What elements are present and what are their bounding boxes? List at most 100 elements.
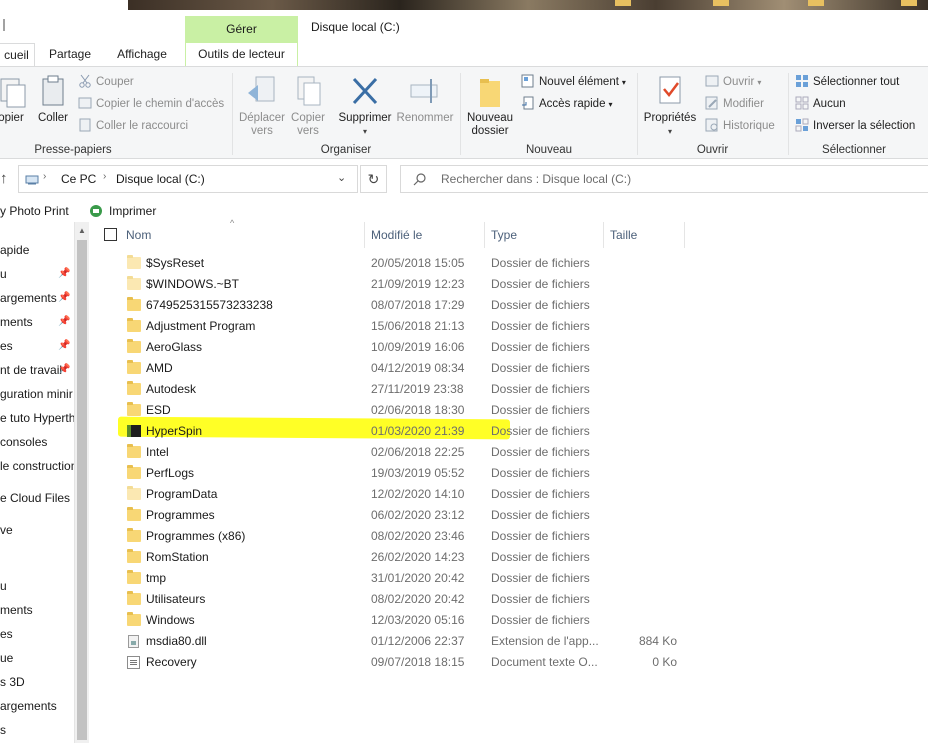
paste-shortcut-button[interactable]: Coller le raccourci [78,117,188,135]
open-button[interactable]: Ouvrir ▾ [705,73,761,91]
nav-item[interactable]: e Cloud Files [0,488,70,508]
cut-button[interactable]: Couper [78,73,134,91]
table-row[interactable]: tmp 31/01/2020 20:42 Dossier de fichiers [90,568,690,589]
nav-item[interactable]: u [0,576,7,596]
column-header-modified[interactable]: Modifié le [365,222,485,248]
table-row[interactable]: msdia80.dll 01/12/2006 22:37 Extension de … [90,631,690,652]
new-item-button[interactable]: Nouvel élément ▾ [521,73,626,91]
table-row[interactable]: $WINDOWS.~BT 21/09/2019 12:23 Dossier de f… [90,274,690,295]
nav-item[interactable]: s [0,720,6,740]
column-header-name[interactable]: Nom [120,222,365,248]
nav-item[interactable]: ue [0,648,13,668]
nav-item[interactable]: s 3D [0,672,25,692]
file-name: 6749525315573233238 [146,298,273,312]
folder-icon [127,255,141,269]
table-row[interactable]: Intel 02/06/2018 22:25 Dossier de fichiers [90,442,690,463]
nav-item[interactable]: es [0,624,13,644]
tab-affichage[interactable]: Affichage [108,43,176,66]
table-row[interactable]: Windows 12/03/2020 05:16 Dossier de fichie… [90,610,690,631]
history-button[interactable]: Historique [705,117,775,135]
copy-to-button[interactable]: Copier vers [288,73,328,138]
breadcrumb-disque-local[interactable]: Disque local (C:) [116,172,205,186]
table-row[interactable]: Programmes (x86) 08/02/2020 23:46 Dossier … [90,526,690,547]
new-folder-label-1: Nouveau [466,112,514,124]
scroll-up-arrow-icon[interactable]: ▲ [78,226,86,235]
table-row[interactable]: PerfLogs 19/03/2019 05:52 Dossier de fichi… [90,463,690,484]
tab-outils-de-lecteur[interactable]: Outils de lecteur [185,43,298,66]
table-row[interactable]: ProgramData 12/02/2020 14:10 Dossier de fi… [90,484,690,505]
table-row[interactable]: Autodesk 27/11/2019 23:38 Dossier de fichi… [90,379,690,400]
file-size [610,274,677,295]
table-row[interactable]: Utilisateurs 08/02/2020 20:42 Dossier de f… [90,589,690,610]
file-modified-date: 06/02/2020 23:12 [371,508,465,522]
file-type: Document texte O... [491,655,598,669]
edit-label: Modifier [723,98,764,110]
invert-selection-button[interactable]: Inverser la sélection [795,117,915,135]
open-icon [705,74,719,88]
file-name: msdia80.dll [146,634,207,648]
properties-dropdown-icon[interactable]: ▾ [640,125,700,138]
table-row[interactable]: Programmes 06/02/2020 23:12 Dossier de fic… [90,505,690,526]
up-arrow-icon[interactable]: ↑ [0,170,14,188]
select-all-button[interactable]: Sélectionner tout [795,73,899,91]
ribbon-separator [637,73,638,155]
table-row[interactable]: Adjustment Program 15/06/2018 21:13 Dossie… [90,316,690,337]
new-folder-button[interactable]: Nouveau dossier [464,73,516,138]
rename-button[interactable]: Renommer [396,73,454,125]
paste-button[interactable]: Coller [34,73,72,125]
column-header-type[interactable]: Type [485,222,604,248]
nav-item[interactable]: guration minir [0,384,73,404]
nav-item[interactable]: ments [0,600,33,620]
nav-item[interactable]: u [0,264,7,284]
nav-item[interactable]: e tuto Hyperth [0,408,75,428]
nav-item[interactable]: argements [0,696,57,716]
delete-dropdown-icon[interactable]: ▾ [336,125,394,138]
table-row[interactable]: AeroGlass 10/09/2019 16:06 Dossier de fich… [90,337,690,358]
easy-access-icon [521,96,535,110]
nav-item[interactable]: es [0,336,13,356]
nav-item[interactable]: apide [0,240,29,260]
scrollbar-thumb[interactable] [77,240,87,740]
table-row[interactable]: AMD 04/12/2019 08:34 Dossier de fichiers [90,358,690,379]
file-type: Dossier de fichiers [491,382,590,396]
table-row[interactable]: $SysReset 20/05/2018 15:05 Dossier de fich… [90,253,690,274]
navigation-scrollbar[interactable]: ▲ [74,222,89,743]
photo-print-button[interactable]: y Photo Print [0,204,69,218]
nav-item[interactable]: consoles [0,432,47,452]
copy-path-button[interactable]: Copier le chemin d'accès [78,95,224,113]
delete-button[interactable]: Supprimer ▾ [336,73,394,138]
table-row[interactable]: RomStation 26/02/2020 14:23 Dossier de fic… [90,547,690,568]
properties-label: Propriétés [643,112,697,124]
search-box[interactable]: Rechercher dans : Disque local (C:) [400,165,928,193]
printer-icon [89,204,103,218]
table-row[interactable]: Recovery 09/07/2018 18:15 Document texte O… [90,652,690,673]
nav-item[interactable]: argements [0,288,57,308]
file-size [610,589,677,610]
nav-item[interactable]: ve [0,520,13,540]
table-row[interactable]: 6749525315573233238 08/07/2018 17:29 Dossi… [90,295,690,316]
tab-accueil[interactable]: cueil [0,43,35,66]
nav-item[interactable]: ments [0,312,33,332]
breadcrumb-ce-pc[interactable]: Ce PC [61,172,96,186]
tab-partage[interactable]: Partage [40,43,100,66]
table-row[interactable]: ESD 02/06/2018 18:30 Dossier de fichiers [90,400,690,421]
address-bar[interactable]: › Ce PC › Disque local (C:) ⌄ [18,165,358,193]
copy-button[interactable]: opier [0,73,28,125]
easy-access-button[interactable]: Accès rapide ▾ [521,95,613,113]
table-row[interactable]: HyperSpin 01/03/2020 21:39 Dossier de fich… [90,421,690,442]
folder-icon [127,297,141,311]
select-none-button[interactable]: Aucun [795,95,846,113]
print-button[interactable]: Imprimer [109,204,156,218]
nav-item[interactable]: le construction [0,456,77,476]
address-history-chevron-icon[interactable]: ⌄ [337,171,346,184]
column-header-size[interactable]: Taille [604,222,685,248]
nav-item[interactable]: nt de travail [0,360,62,380]
move-to-button[interactable]: Déplacer vers [236,73,288,138]
group-label-select: Sélectionner [822,144,886,156]
pin-icon: 📌 [58,340,71,351]
properties-button[interactable]: Propriétés ▾ [640,73,700,138]
file-modified-date: 02/06/2018 18:30 [371,403,465,417]
refresh-button[interactable]: ↻ [360,165,387,193]
edit-button[interactable]: Modifier [705,95,764,113]
new-folder-label-2: dossier [471,125,509,137]
